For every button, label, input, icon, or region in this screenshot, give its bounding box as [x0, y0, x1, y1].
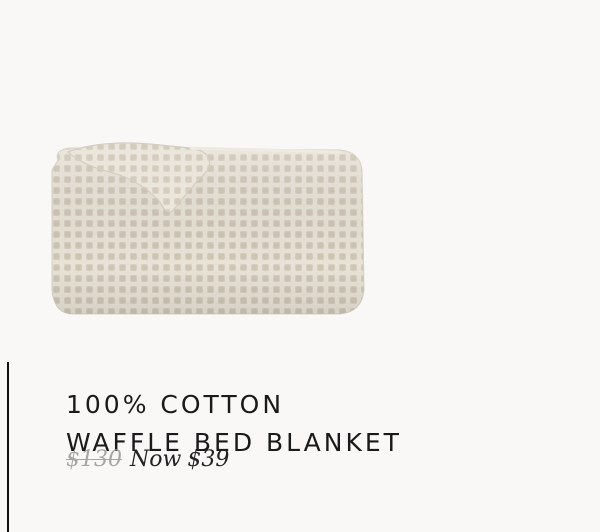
- original-price: $130: [66, 447, 122, 472]
- price-row: $130 Now $39: [66, 447, 229, 472]
- now-label: Now: [130, 447, 182, 472]
- accent-line: [7, 362, 9, 532]
- product-card[interactable]: 100% COTTON WAFFLE BED BLANKET $130 Now $3…: [0, 0, 600, 532]
- sale-price: $39: [187, 447, 230, 472]
- product-title-line-1: 100% COTTON: [66, 390, 285, 419]
- product-image[interactable]: [40, 130, 380, 330]
